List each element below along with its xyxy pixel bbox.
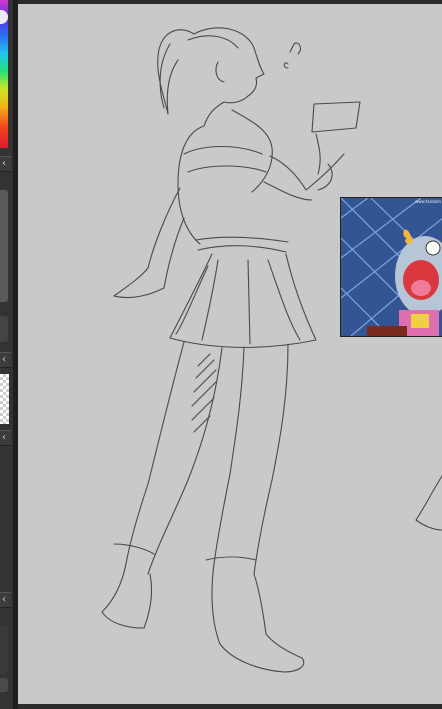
panel-slot xyxy=(0,316,8,342)
color-swatch-panel[interactable] xyxy=(0,190,8,302)
chevron-left-icon: ‹ xyxy=(2,158,6,169)
panel-collapse-button[interactable]: ‹ xyxy=(0,430,11,446)
chevron-left-icon: ‹ xyxy=(2,354,6,365)
panel-slot xyxy=(0,626,8,674)
left-panel-strip: ‹ ‹ ‹ ‹ xyxy=(0,0,13,709)
sketch-drawing xyxy=(101,27,442,673)
panel-collapse-button[interactable]: ‹ xyxy=(0,156,11,172)
layer-thumbnail[interactable] xyxy=(0,374,9,424)
drawing-canvas[interactable]: www.fandom xyxy=(18,4,442,704)
chevron-left-icon: ‹ xyxy=(2,432,6,443)
panel-slot xyxy=(0,678,8,692)
reference-image-picture xyxy=(341,198,442,336)
reference-image[interactable]: www.fandom xyxy=(340,197,442,337)
panel-collapse-button[interactable]: ‹ xyxy=(0,352,11,368)
watermark-text: www.fandom xyxy=(415,199,441,204)
panel-collapse-button[interactable]: ‹ xyxy=(0,592,11,608)
chevron-left-icon: ‹ xyxy=(2,594,6,605)
